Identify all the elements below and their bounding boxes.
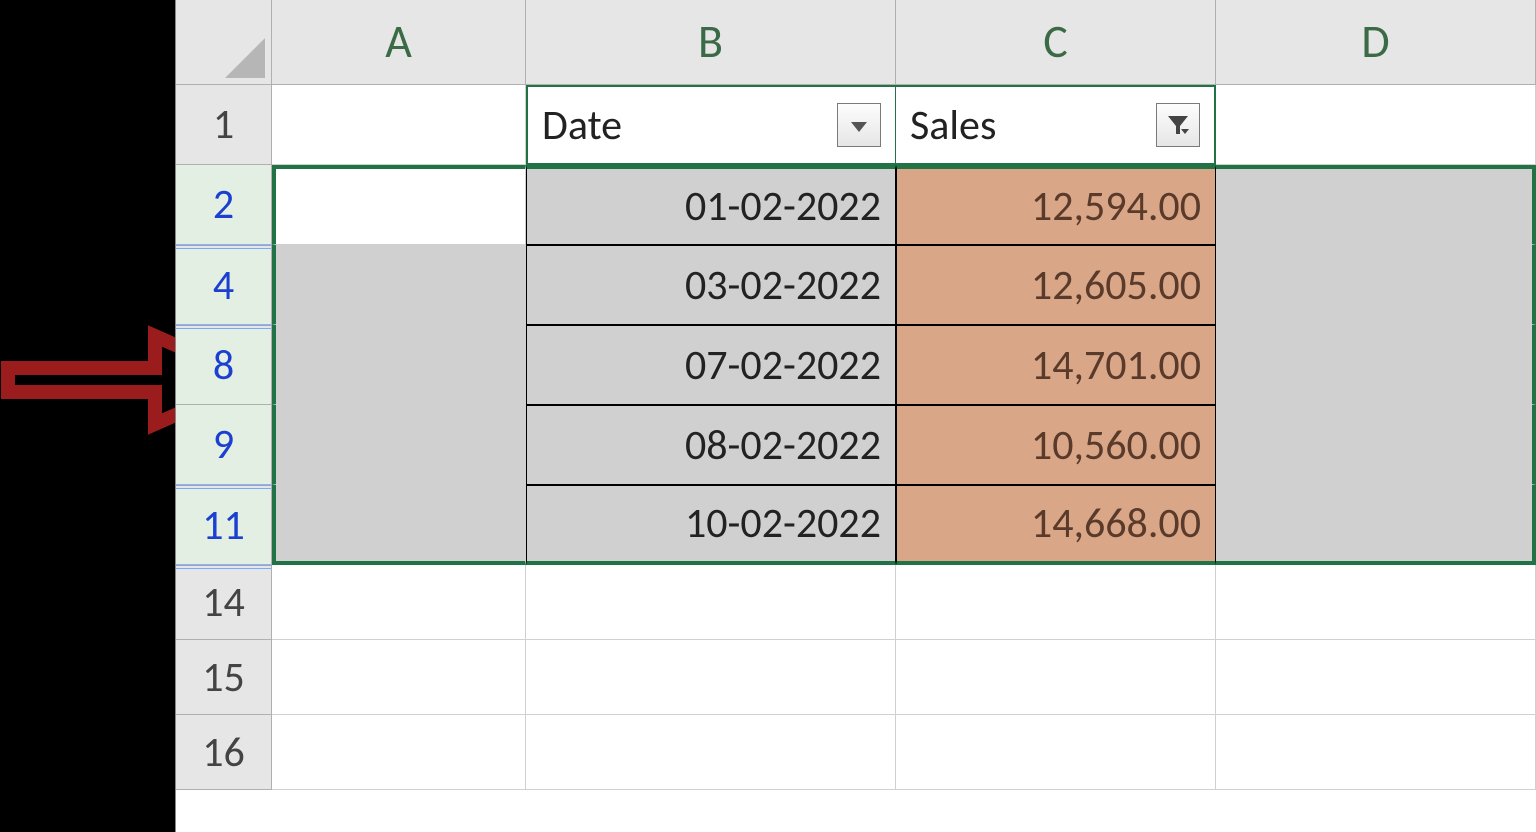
value: 08-02-2022: [685, 420, 881, 471]
value: 01-02-2022: [685, 181, 881, 232]
row-8: 07-02-2022 14,701.00: [272, 325, 1536, 405]
value: 12,594.00: [1031, 181, 1201, 232]
grid-body: Date Sales: [272, 85, 1536, 790]
cell-C14[interactable]: [896, 565, 1216, 640]
cell-A2[interactable]: [272, 165, 526, 245]
row-1: Date Sales: [272, 85, 1536, 165]
row-header-1[interactable]: 1: [176, 85, 272, 165]
cell-A9[interactable]: [272, 405, 526, 485]
cell-D1[interactable]: [1216, 85, 1536, 165]
cell-B16[interactable]: [526, 715, 896, 790]
row-header-16[interactable]: 16: [176, 715, 272, 790]
value: 10-02-2022: [685, 498, 881, 549]
col-header-A[interactable]: A: [272, 0, 526, 85]
row-15: [272, 640, 1536, 715]
cell-C15[interactable]: [896, 640, 1216, 715]
cell-D2[interactable]: [1216, 165, 1536, 245]
cell-C16[interactable]: [896, 715, 1216, 790]
cell-B8[interactable]: 07-02-2022: [526, 325, 896, 405]
value: 14,668.00: [1031, 498, 1201, 549]
cell-B14[interactable]: [526, 565, 896, 640]
cell-A11[interactable]: [272, 485, 526, 565]
cell-B11[interactable]: 10-02-2022: [526, 485, 896, 565]
cell-D11[interactable]: [1216, 485, 1536, 565]
cell-C9[interactable]: 10,560.00: [896, 405, 1216, 485]
cell-B9[interactable]: 08-02-2022: [526, 405, 896, 485]
row-header-8[interactable]: 8: [176, 325, 272, 405]
cell-D9[interactable]: [1216, 405, 1536, 485]
cell-C4[interactable]: 12,605.00: [896, 245, 1216, 325]
cell-A4[interactable]: [272, 245, 526, 325]
row-headers: 1 2 4 8 9 11 14 15 16: [176, 85, 272, 790]
cell-D14[interactable]: [1216, 565, 1536, 640]
cell-B15[interactable]: [526, 640, 896, 715]
row-14: [272, 565, 1536, 640]
row-header-15[interactable]: 15: [176, 640, 272, 715]
value: 03-02-2022: [685, 260, 881, 311]
cell-D8[interactable]: [1216, 325, 1536, 405]
cell-C1[interactable]: Sales: [896, 85, 1216, 165]
col-header-C[interactable]: C: [896, 0, 1216, 85]
col-header-D[interactable]: D: [1216, 0, 1536, 85]
cell-C11[interactable]: 14,668.00: [896, 485, 1216, 565]
cell-B4[interactable]: 03-02-2022: [526, 245, 896, 325]
header-label-sales: Sales: [910, 100, 1156, 151]
cell-D15[interactable]: [1216, 640, 1536, 715]
filter-button-sales-active[interactable]: [1156, 103, 1200, 147]
cell-D4[interactable]: [1216, 245, 1536, 325]
row-16: [272, 715, 1536, 790]
cell-A15[interactable]: [272, 640, 526, 715]
cell-D16[interactable]: [1216, 715, 1536, 790]
value: 10,560.00: [1031, 420, 1201, 471]
cell-C2[interactable]: 12,594.00: [896, 165, 1216, 245]
row-header-14[interactable]: 14: [176, 565, 272, 640]
cell-A16[interactable]: [272, 715, 526, 790]
row-11: 10-02-2022 14,668.00: [272, 485, 1536, 565]
cell-A1[interactable]: [272, 85, 526, 165]
select-all-corner[interactable]: [176, 0, 272, 85]
col-header-B[interactable]: B: [526, 0, 896, 85]
row-9: 08-02-2022 10,560.00: [272, 405, 1536, 485]
row-2: 01-02-2022 12,594.00: [272, 165, 1536, 245]
cell-B1[interactable]: Date: [526, 85, 896, 165]
cell-A14[interactable]: [272, 565, 526, 640]
cell-B2[interactable]: 01-02-2022: [526, 165, 896, 245]
row-header-2[interactable]: 2: [176, 165, 272, 245]
value: 12,605.00: [1031, 260, 1201, 311]
row-header-11[interactable]: 11: [176, 485, 272, 565]
header-label-date: Date: [542, 100, 837, 151]
spreadsheet: A B C D 1 2 4 8 9 11 14 15 16 Date: [175, 0, 1536, 832]
row-4: 03-02-2022 12,605.00: [272, 245, 1536, 325]
row-header-4[interactable]: 4: [176, 245, 272, 325]
stage: A B C D 1 2 4 8 9 11 14 15 16 Date: [0, 0, 1536, 832]
value: 14,701.00: [1031, 340, 1201, 391]
value: 07-02-2022: [685, 340, 881, 391]
cell-C8[interactable]: 14,701.00: [896, 325, 1216, 405]
filter-button-date[interactable]: [837, 103, 881, 147]
row-header-9[interactable]: 9: [176, 405, 272, 485]
cell-A8[interactable]: [272, 325, 526, 405]
column-headers: A B C D: [272, 0, 1536, 85]
